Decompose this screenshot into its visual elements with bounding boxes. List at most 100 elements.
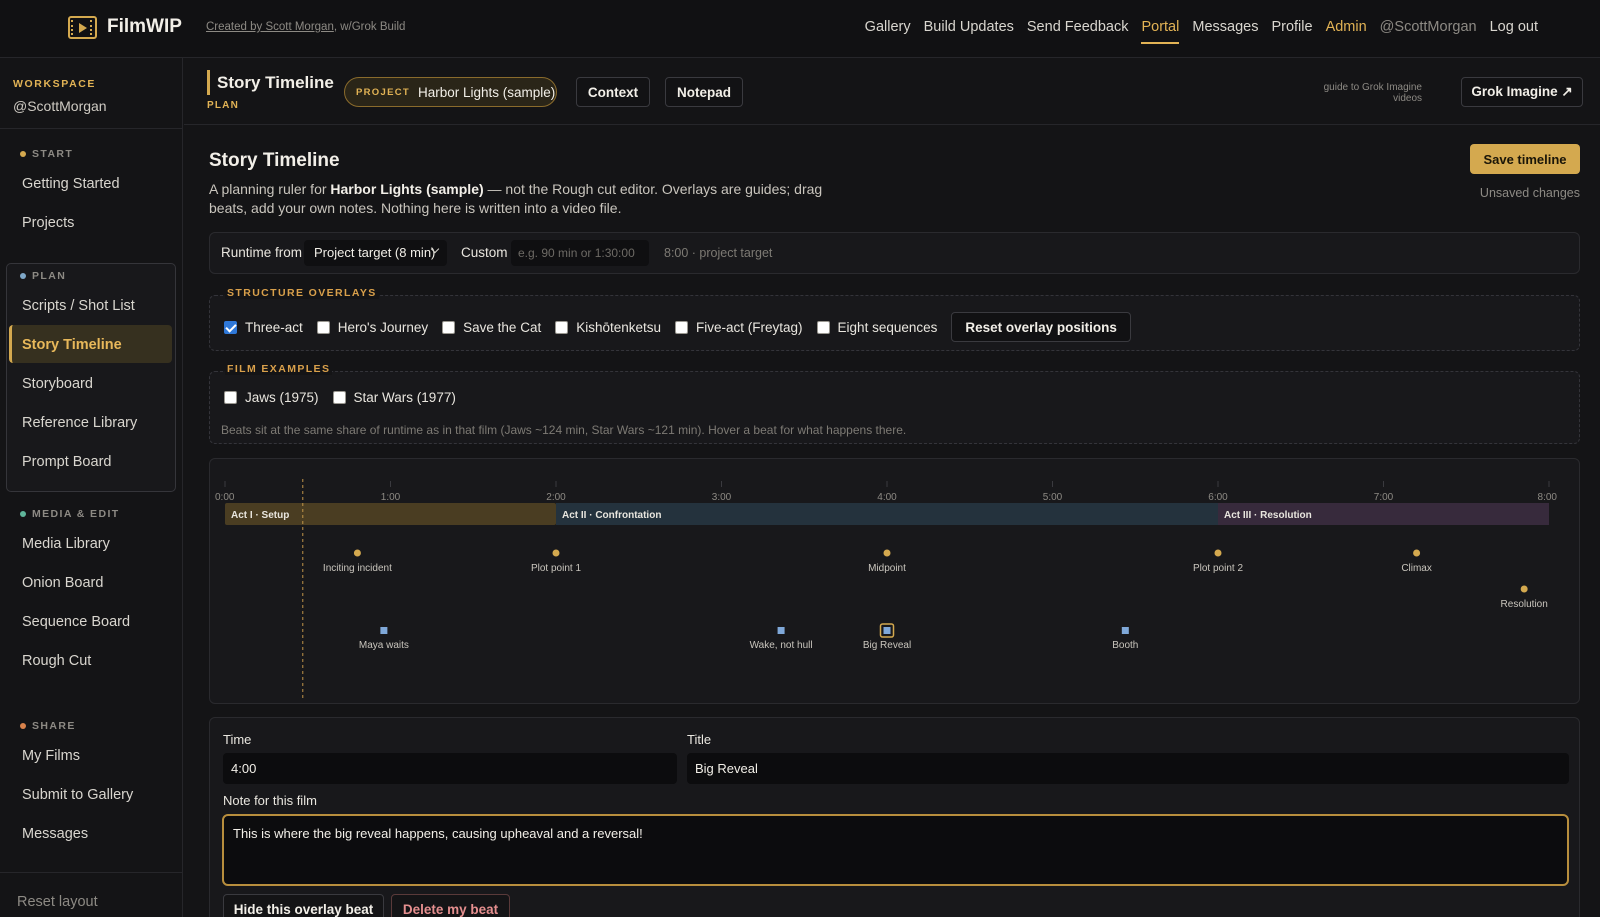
guide-note: guide to Grok Imagine videos [1323,82,1422,104]
tick-label: 3:00 [712,492,732,503]
sidebar-item-messages[interactable]: Messages [22,826,88,842]
grok-imagine-button[interactable]: Grok Imagine ↗ [1461,77,1583,107]
save-the-cat-checkbox[interactable] [442,321,456,334]
sidebar-item-sequence-board[interactable]: Sequence Board [22,614,130,630]
note-textarea[interactable]: This is where the big reveal happens, ca… [222,814,1569,886]
five-act-checkbox[interactable] [675,321,689,334]
three-act-label[interactable]: Three-act [245,320,303,335]
nav-log-out[interactable]: Log out [1490,19,1538,44]
sidebar-item-prompt-board[interactable]: Prompt Board [22,454,111,470]
title-input[interactable] [687,753,1569,784]
star-wars-label[interactable]: Star Wars (1977) [354,390,456,405]
time-label: Time [223,732,252,747]
sidebar-item-story-timeline[interactable]: Story Timeline [22,337,122,353]
nav-messages[interactable]: Messages [1192,19,1258,44]
nav-profile[interactable]: Profile [1271,19,1312,44]
kishotenketsu-label[interactable]: Kishōtenketsu [576,320,661,335]
sidebar-item-getting-started[interactable]: Getting Started [22,176,120,192]
sidebar-item-my-films[interactable]: My Films [22,748,80,764]
runtime-target-note: 8:00 · project target [664,246,773,260]
beat-editor: Time Title Note for this film This is wh… [209,717,1580,917]
unsaved-status: Unsaved changes [1479,186,1580,200]
act-label: Act II · Confrontation [562,510,661,521]
timeline-canvas[interactable]: 0:00 1:00 2:00 3:00 4:00 5:00 6:00 7:00 8:00 Act … [210,459,1581,705]
sidebar-item-submit-to-gallery[interactable]: Submit to Gallery [22,787,133,803]
section-description: A planning ruler for Harbor Lights (samp… [209,181,823,216]
sidebar-item-projects[interactable]: Projects [22,215,74,231]
delete-beat-button[interactable]: Delete my beat [391,894,510,917]
nav-admin[interactable]: Admin [1326,19,1367,44]
my-beat-marker[interactable] [777,627,785,634]
kishotenketsu-checkbox[interactable] [555,321,569,334]
sidebar-item-onion-board[interactable]: Onion Board [22,575,103,591]
overlay-beat-label: Resolution [1501,599,1548,610]
sidebar-item-scripts[interactable]: Scripts / Shot List [22,298,135,314]
heros-journey-checkbox[interactable] [316,321,330,334]
overlay-beat-marker[interactable] [1214,549,1222,557]
eight-sequences-label[interactable]: Eight sequences [838,320,938,335]
time-input[interactable] [223,753,677,784]
structure-overlays-title: STRUCTURE OVERLAYS [225,287,379,299]
tick-label: 6:00 [1208,492,1228,503]
overlay-beat-marker[interactable] [1520,585,1528,593]
story-timeline[interactable]: 0:00 1:00 2:00 3:00 4:00 5:00 6:00 7:00 8:00 Act … [209,458,1580,704]
workspace-label: WORKSPACE [13,78,97,90]
overlay-beat-marker[interactable] [353,549,361,557]
tick-label: 5:00 [1043,492,1063,503]
project-name-bold: Harbor Lights (sample) [330,181,484,197]
brand-name[interactable]: FilmWIP [107,16,182,38]
hide-overlay-beat-button[interactable]: Hide this overlay beat [223,894,384,917]
overlay-beat-marker[interactable] [883,549,891,557]
eight-sequences-checkbox[interactable] [816,321,830,334]
film-examples-note: Beats sit at the same share of runtime a… [221,423,907,437]
runtime-panel: Runtime from Project target (8 min) Cust… [209,232,1580,274]
tick-label: 0:00 [215,492,235,503]
section-start-label: START [20,148,73,160]
jaws-label[interactable]: Jaws (1975) [245,390,319,405]
sidebar-item-reference-library[interactable]: Reference Library [22,415,137,431]
overlay-beat-label: Inciting incident [323,563,392,574]
my-beat-marker[interactable] [883,627,891,634]
nav-send-feedback[interactable]: Send Feedback [1027,19,1129,44]
section-title: Story Timeline [209,150,340,171]
custom-runtime-input[interactable] [511,240,649,266]
reset-layout-button[interactable]: Reset layout [17,894,98,910]
media-dot-icon [20,511,26,517]
my-beat-label: Big Reveal [863,640,911,651]
credit-link[interactable]: Created by Scott Morgan [206,21,334,33]
heros-journey-label[interactable]: Hero's Journey [338,320,428,335]
act-label: Act III · Resolution [1224,510,1312,521]
tick-label: 1:00 [381,492,401,503]
custom-label: Custom [461,245,508,260]
sidebar-item-media-library[interactable]: Media Library [22,536,110,552]
my-beat-marker[interactable] [380,627,388,634]
nav-portal[interactable]: Portal [1141,19,1180,44]
reset-overlay-positions-button[interactable]: Reset overlay positions [951,312,1131,342]
my-beat-marker[interactable] [1121,627,1129,634]
sidebar-item-rough-cut[interactable]: Rough Cut [22,653,91,669]
jaws-checkbox[interactable] [224,391,237,404]
divider [0,872,183,873]
tick-label: 8:00 [1538,492,1558,503]
save-the-cat-label[interactable]: Save the Cat [463,320,541,335]
overlay-beat-label: Climax [1401,563,1432,574]
my-beat-label: Booth [1112,640,1138,651]
film-logo-icon[interactable] [68,16,97,39]
overlay-beat-marker[interactable] [1413,549,1421,557]
nav-build-updates[interactable]: Build Updates [924,19,1014,44]
star-wars-checkbox[interactable] [332,391,346,404]
notepad-button[interactable]: Notepad [665,77,743,107]
runtime-source-select[interactable]: Project target (8 min) [304,240,447,266]
overlay-checkbox-row: Three-act Hero's Journey Save the Cat Ki… [224,312,1131,342]
three-act-checkbox[interactable] [224,321,237,334]
project-selector[interactable]: PROJECT Harbor Lights (sample) [344,77,557,107]
context-button[interactable]: Context [576,77,650,107]
sidebar-item-storyboard[interactable]: Storyboard [22,376,93,392]
save-timeline-button[interactable]: Save timeline [1470,144,1580,174]
workspace-name: @ScottMorgan [13,98,107,114]
overlay-beat-marker[interactable] [552,549,560,557]
five-act-label[interactable]: Five-act (Freytag) [696,320,803,335]
nav-gallery[interactable]: Gallery [865,19,911,44]
project-name: Harbor Lights (sample) [417,84,556,100]
section-share-label: SHARE [20,720,76,732]
